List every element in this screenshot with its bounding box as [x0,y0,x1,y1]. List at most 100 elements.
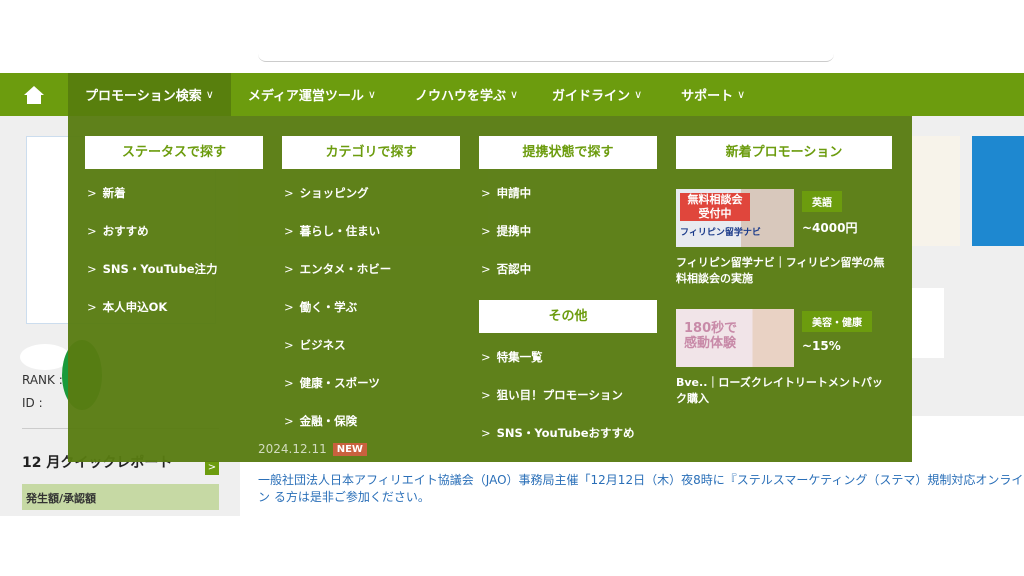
menu-link[interactable]: > 新着 [85,174,263,212]
chevron-right-icon: > [87,300,97,314]
image-text: 無料相談会 [687,193,743,206]
menu-link-label: 暮らし・住まい [299,224,381,238]
chevron-right-icon: > [284,300,294,314]
news-link[interactable]: 一般社団法人日本アフィリエイト協議会（JAO）事務局主催「12月12日（木）夜8… [258,472,1024,506]
menu-link-label: 働く・学ぶ [299,300,358,314]
chevron-right-icon: > [284,186,294,200]
nav-label: サポート [681,89,734,104]
promo-title[interactable]: Bve..｜ローズクレイトリートメントパック購入 [676,375,892,407]
chevron-right-icon: > [284,414,294,428]
chevron-down-icon: ∨ [634,88,643,101]
chevron-right-icon: > [284,376,294,390]
chevron-right-icon: > [87,262,97,276]
nav-knowhow[interactable]: ノウハウを学ぶ ∨ [393,73,535,116]
promo-image[interactable]: 無料相談会 受付中 フィリピン留学ナビ [676,189,794,247]
menu-link[interactable]: > 本人申込OK [85,288,263,326]
category-header: カテゴリで探す [282,136,460,169]
menu-link-label: 特集一覧 [496,350,543,364]
partnership-column: 提携状態で探す > 申請中 > 提携中 > 否認中 その他 > 特集一覧 > 狙い目！プロモーシ… [479,136,657,452]
chevron-down-icon: ∨ [205,88,214,101]
rank-label: RANK : [22,373,63,387]
menu-link-label: エンタメ・ホビー [299,262,392,276]
new-badge: NEW [332,442,367,456]
category-column: カテゴリで探す > ショッピング > 暮らし・住まい > エンタメ・ホビー > 働く・学ぶ > ビ… [282,136,460,440]
menu-link-label: ビジネス [299,338,346,352]
menu-link-label: 提携中 [496,224,532,238]
menu-link-label: おすすめ [102,224,149,238]
menu-link[interactable]: > SNS・YouTubeおすすめ [479,414,657,452]
chevron-right-icon: > [481,350,491,364]
menu-link[interactable]: > ショッピング [282,174,460,212]
nav-label: ガイドライン [552,89,631,104]
new-promos-column: 新着プロモーション [676,136,892,169]
nav-promotion-search[interactable]: プロモーション検索 ∨ [68,73,231,116]
chevron-down-icon: ∨ [737,88,746,101]
promo-tag: 美容・健康 [802,311,872,332]
menu-link-label: 金融・保険 [299,414,358,428]
status-column: ステータスで探す > 新着 > おすすめ > SNS・YouTube注力 > 本人申込OK [85,136,263,326]
promo-reward: ~15% [802,339,841,353]
other-header: その他 [479,300,657,333]
menu-link-label: 申請中 [496,186,532,200]
chevron-right-icon: > [284,338,294,352]
menu-link-label: 否認中 [496,262,532,276]
menu-link[interactable]: > 狙い目！プロモーション [479,376,657,414]
menu-link[interactable]: > おすすめ [85,212,263,250]
chevron-down-icon: ∨ [367,88,376,101]
banner-world[interactable] [972,136,1024,246]
chevron-right-icon: > [481,224,491,238]
menu-link-label: SNS・YouTube注力 [102,262,218,276]
promo-title[interactable]: フィリピン留学ナビ｜フィリピン留学の無料相談会の実施 [676,255,892,287]
amount-header: 発生額/承認額 [22,484,219,510]
chevron-right-icon: > [481,426,491,440]
menu-link[interactable]: > 申請中 [479,174,657,212]
partnership-header: 提携状態で探す [479,136,657,169]
chevron-right-icon: > [481,186,491,200]
quick-report-more-button[interactable]: > [205,461,219,475]
chevron-right-icon: > [481,388,491,402]
image-text: 180秒で [684,321,738,336]
menu-link[interactable]: > 否認中 [479,250,657,288]
menu-link[interactable]: > 働く・学ぶ [282,288,460,326]
menu-link-label: ショッピング [299,186,369,200]
nav-media-tools[interactable]: メディア運営ツール ∨ [231,73,393,116]
search-bar[interactable] [258,50,834,62]
menu-link[interactable]: > エンタメ・ホビー [282,250,460,288]
news-meta: 2024.12.11 NEW [258,442,367,456]
chevron-right-icon: > [87,186,97,200]
main-nav: プロモーション検索 ∨ メディア運営ツール ∨ ノウハウを学ぶ ∨ ガイドライン ∨ サ… [0,73,1024,116]
status-header: ステータスで探す [85,136,263,169]
chevron-right-icon: > [481,262,491,276]
menu-link[interactable]: > 暮らし・住まい [282,212,460,250]
menu-link-label: 狙い目！プロモーション [496,388,623,402]
menu-link-label: 本人申込OK [102,300,168,314]
home-icon [24,85,44,104]
menu-link[interactable]: > 提携中 [479,212,657,250]
news-date: 2024.12.11 [258,442,327,456]
menu-link[interactable]: > ビジネス [282,326,460,364]
nav-support[interactable]: サポート ∨ [659,73,762,116]
menu-link[interactable]: > SNS・YouTube注力 [85,250,263,288]
nav-guideline[interactable]: ガイドライン ∨ [535,73,659,116]
menu-link-label: 新着 [102,186,126,200]
menu-link[interactable]: > 金融・保険 [282,402,460,440]
new-promos-header: 新着プロモーション [676,136,892,169]
nav-label: メディア運営ツール [247,89,364,104]
menu-link[interactable]: > 特集一覧 [479,338,657,376]
image-text: 受付中 [698,207,732,220]
chevron-down-icon: ∨ [509,88,519,101]
chevron-right-icon: > [284,262,294,276]
home-button[interactable] [0,73,68,116]
promo-reward: ~4000円 [802,221,858,235]
image-text: フィリピン留学ナビ [680,228,761,238]
promo-tag: 英語 [802,191,842,212]
nav-label: プロモーション検索 [85,89,202,104]
id-label: ID : [22,396,43,410]
top-header [0,0,1024,73]
menu-link[interactable]: > 健康・スポーツ [282,364,460,402]
mega-menu: ステータスで探す > 新着 > おすすめ > SNS・YouTube注力 > 本人申込OK カ… [68,116,912,462]
promo-image[interactable]: 180秒で 感動体験 [676,309,794,367]
menu-link-label: 健康・スポーツ [299,376,380,390]
nav-label: ノウハウを学ぶ [414,89,506,104]
chevron-right-icon: > [87,224,97,238]
